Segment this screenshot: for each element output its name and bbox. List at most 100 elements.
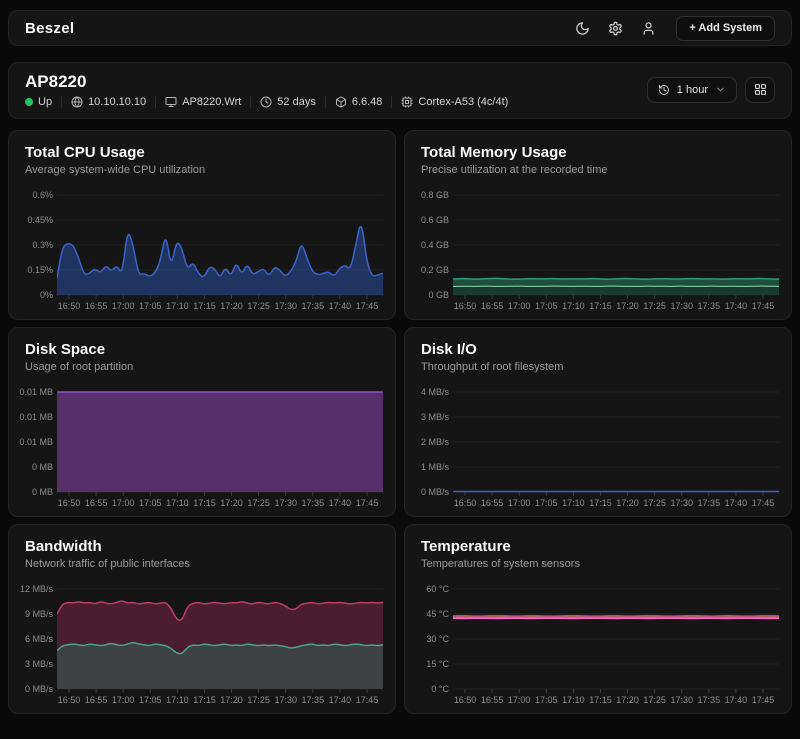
x-tick-label: 17:45 — [347, 498, 387, 508]
system-controls: 1 hour — [647, 77, 775, 103]
divider — [325, 96, 326, 108]
add-system-button[interactable]: + Add System — [676, 16, 775, 41]
nav-actions: + Add System — [569, 16, 775, 41]
system-uptime: 52 days — [260, 96, 316, 108]
x-tick-label: 17:45 — [347, 695, 387, 705]
y-tick-label: 0 °C — [405, 683, 449, 695]
time-range-select[interactable]: 1 hour — [647, 77, 737, 103]
disk-space-plot — [57, 388, 383, 498]
system-name: AP8220 — [25, 71, 508, 92]
chart-card-total-memory-usage: Total Memory Usage Precise utilization a… — [404, 130, 792, 320]
chart-subtitle: Usage of root partition — [9, 361, 395, 373]
chart-subtitle: Network traffic of public interfaces — [9, 558, 395, 570]
memory-usage-plot — [453, 191, 779, 301]
y-tick-label: 9 MB/s — [9, 608, 53, 620]
y-tick-label: 0.01 MB — [9, 411, 53, 423]
divider — [391, 96, 392, 108]
y-tick-label: 0.2 GB — [405, 264, 449, 276]
system-ip: 10.10.10.10 — [71, 96, 146, 108]
system-chip: Cortex-A53 (4c/4t) — [401, 96, 508, 108]
chart-card-disk-space: Disk Space Usage of root partition 0.01 … — [8, 327, 396, 517]
y-tick-label: 0.01 MB — [9, 436, 53, 448]
x-tick-label: 17:45 — [743, 498, 783, 508]
system-hostname: AP8220.Wrt — [165, 96, 241, 108]
x-tick-label: 17:45 — [743, 695, 783, 705]
y-tick-label: 0.4 GB — [405, 239, 449, 251]
charts-grid: Total CPU Usage Average system-wide CPU … — [8, 130, 792, 714]
chart-title: Temperature — [405, 525, 791, 555]
system-status: Up — [25, 96, 52, 108]
chart-canvas — [453, 585, 779, 695]
chart-card-temperature: Temperature Temperatures of system senso… — [404, 524, 792, 714]
top-nav: Beszel + Add System — [8, 10, 792, 46]
y-tick-label: 0.01 MB — [9, 386, 53, 398]
y-tick-label: 2 MB/s — [405, 436, 449, 448]
system-kernel-version: 6.6.48 — [335, 96, 383, 108]
moon-icon — [575, 21, 590, 36]
y-tick-label: 45 °C — [405, 608, 449, 620]
y-tick-label: 0 MB/s — [405, 486, 449, 498]
y-tick-label: 0 MB — [9, 461, 53, 473]
layout-grid-icon — [754, 83, 767, 96]
y-tick-label: 0.3% — [9, 239, 53, 251]
y-tick-label: 6 MB/s — [9, 633, 53, 645]
y-tick-label: 60 °C — [405, 583, 449, 595]
chart-subtitle: Throughput of root filesystem — [405, 361, 791, 373]
y-tick-label: 30 °C — [405, 633, 449, 645]
chart-canvas — [57, 191, 383, 301]
settings-gear-icon — [608, 21, 623, 36]
y-tick-label: 0 MB/s — [9, 683, 53, 695]
chart-card-total-cpu-usage: Total CPU Usage Average system-wide CPU … — [8, 130, 396, 320]
y-tick-label: 1 MB/s — [405, 461, 449, 473]
y-tick-label: 0.6 GB — [405, 214, 449, 226]
chart-title: Total CPU Usage — [9, 131, 395, 161]
layout-grid-button[interactable] — [745, 77, 775, 103]
disk-io-plot — [453, 388, 779, 498]
time-range-value: 1 hour — [677, 84, 708, 96]
y-tick-label: 15 °C — [405, 658, 449, 670]
clock-icon — [260, 96, 272, 108]
chart-title: Bandwidth — [9, 525, 395, 555]
system-header: AP8220 Up 10.10.10.10 AP8220.Wrt — [8, 62, 792, 119]
package-icon — [335, 96, 347, 108]
user-icon — [641, 21, 656, 36]
x-tick-label: 17:45 — [743, 301, 783, 311]
x-tick-label: 17:45 — [347, 301, 387, 311]
system-info: AP8220 Up 10.10.10.10 AP8220.Wrt — [25, 71, 508, 108]
system-meta-row: Up 10.10.10.10 AP8220.Wrt 52 days — [25, 96, 508, 108]
y-tick-label: 3 MB/s — [9, 658, 53, 670]
cpu-chip-icon — [401, 96, 413, 108]
user-menu-button[interactable] — [635, 17, 662, 40]
chart-card-bandwidth: Bandwidth Network traffic of public inte… — [8, 524, 396, 714]
bandwidth-plot — [57, 585, 383, 695]
chevron-down-icon — [715, 84, 726, 95]
y-tick-label: 0.8 GB — [405, 189, 449, 201]
chart-canvas — [57, 585, 383, 695]
chart-title: Disk Space — [9, 328, 395, 358]
chart-subtitle: Average system-wide CPU utilization — [9, 164, 395, 176]
theme-toggle-button[interactable] — [569, 17, 596, 40]
chart-card-disk-io: Disk I/O Throughput of root filesystem 4… — [404, 327, 792, 517]
beszel-dashboard: Beszel + Add System AP8220 Up — [0, 0, 800, 724]
status-label: Up — [38, 96, 52, 108]
y-tick-label: 0.15% — [9, 264, 53, 276]
globe-icon — [71, 96, 83, 108]
divider — [61, 96, 62, 108]
y-tick-label: 0.45% — [9, 214, 53, 226]
y-tick-label: 4 MB/s — [405, 386, 449, 398]
beszel-logo[interactable]: Beszel — [25, 20, 74, 37]
temperature-plot — [453, 585, 779, 695]
chart-canvas — [453, 191, 779, 301]
chart-canvas — [57, 388, 383, 498]
divider — [155, 96, 156, 108]
status-dot — [25, 98, 33, 106]
chart-subtitle: Precise utilization at the recorded time — [405, 164, 791, 176]
chart-subtitle: Temperatures of system sensors — [405, 558, 791, 570]
settings-button[interactable] — [602, 17, 629, 40]
divider — [250, 96, 251, 108]
chart-canvas — [453, 388, 779, 498]
monitor-icon — [165, 96, 177, 108]
chart-title: Disk I/O — [405, 328, 791, 358]
cpu-usage-plot — [57, 191, 383, 301]
y-tick-label: 0% — [9, 289, 53, 301]
